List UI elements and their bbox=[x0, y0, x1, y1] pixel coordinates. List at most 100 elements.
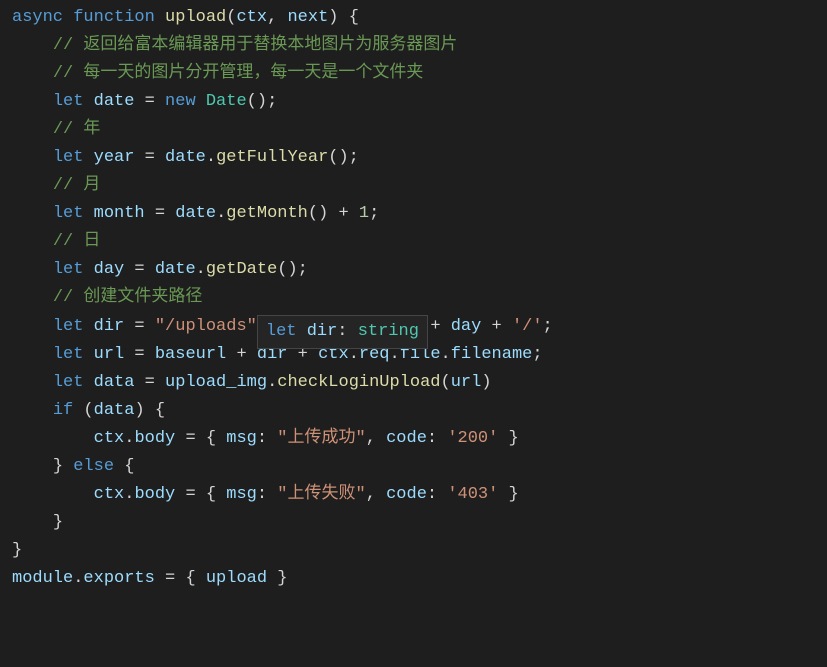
token-pun bbox=[63, 8, 73, 27]
token-pun: . bbox=[196, 260, 206, 279]
token-var: day bbox=[94, 260, 125, 279]
token-pun bbox=[83, 345, 93, 364]
token-str: "上传成功" bbox=[277, 429, 365, 448]
token-pun: } bbox=[12, 541, 22, 560]
token-str: '200' bbox=[447, 429, 498, 448]
token-fn: upload bbox=[165, 8, 226, 27]
token-pun: . bbox=[124, 485, 134, 504]
token-pun: = bbox=[145, 204, 176, 223]
code-line[interactable]: } bbox=[0, 509, 827, 537]
token-pun: ( bbox=[73, 401, 93, 420]
token-pun: (); bbox=[247, 92, 278, 111]
token-kw: function bbox=[73, 8, 155, 27]
token-var: exports bbox=[83, 569, 154, 588]
token-pun: ( bbox=[441, 373, 451, 392]
code-line[interactable]: } else { bbox=[0, 453, 827, 481]
token-kw: async bbox=[12, 8, 63, 27]
token-var: body bbox=[134, 429, 175, 448]
token-pun: ) { bbox=[328, 8, 359, 27]
token-pun: : bbox=[427, 485, 447, 504]
token-var: code bbox=[386, 485, 427, 504]
token-pun bbox=[83, 260, 93, 279]
token-pun: + bbox=[481, 317, 512, 336]
code-line[interactable]: // 返回给富本编辑器用于替换本地图片为服务器图片 bbox=[0, 32, 827, 60]
token-pun: = { bbox=[175, 429, 226, 448]
token-pun bbox=[83, 92, 93, 111]
token-kw: if bbox=[53, 401, 73, 420]
token-pun bbox=[83, 148, 93, 167]
token-var: next bbox=[287, 8, 328, 27]
code-line[interactable]: // 创建文件夹路径 bbox=[0, 284, 827, 312]
token-kw: let bbox=[53, 204, 84, 223]
token-str: "/uploads" bbox=[155, 317, 257, 336]
token-fn: getMonth bbox=[226, 204, 308, 223]
token-var: date bbox=[94, 92, 135, 111]
code-line[interactable]: module.exports = { upload } bbox=[0, 565, 827, 593]
token-pun: (); bbox=[277, 260, 308, 279]
code-line[interactable]: // 每一天的图片分开管理，每一天是一个文件夹 bbox=[0, 60, 827, 88]
token-cmt: // 月 bbox=[53, 176, 101, 195]
token-pun: : bbox=[257, 485, 277, 504]
code-line[interactable]: async function upload(ctx, next) { bbox=[0, 4, 827, 32]
token-pun: . bbox=[124, 429, 134, 448]
token-pun: = { bbox=[175, 485, 226, 504]
token-pun: = bbox=[134, 92, 165, 111]
token-var: data bbox=[94, 373, 135, 392]
token-kw: let bbox=[53, 373, 84, 392]
token-str: '/' bbox=[512, 317, 543, 336]
token-var: baseurl bbox=[155, 345, 226, 364]
token-pun: = { bbox=[155, 569, 206, 588]
token-kw: let bbox=[53, 260, 84, 279]
token-var: month bbox=[94, 204, 145, 223]
token-var: date bbox=[165, 148, 206, 167]
token-cls: Date bbox=[206, 92, 247, 111]
token-pun: . bbox=[73, 569, 83, 588]
token-kw: new bbox=[165, 92, 196, 111]
token-var: msg bbox=[226, 485, 257, 504]
token-var: ctx bbox=[94, 485, 125, 504]
code-line[interactable]: ctx.body = { msg: "上传失败", code: '403' } bbox=[0, 481, 827, 509]
code-line[interactable]: // 年 bbox=[0, 116, 827, 144]
code-line[interactable]: let day = date.getDate(); bbox=[0, 256, 827, 284]
token-var: year bbox=[94, 148, 135, 167]
token-kw: let bbox=[53, 317, 84, 336]
token-var: module bbox=[12, 569, 73, 588]
token-num: 1 bbox=[359, 204, 369, 223]
token-pun: ) { bbox=[134, 401, 165, 420]
code-line[interactable]: let year = date.getFullYear(); bbox=[0, 144, 827, 172]
token-kw: let bbox=[53, 92, 84, 111]
token-pun: , bbox=[267, 8, 287, 27]
code-line[interactable]: let date = new Date(); bbox=[0, 88, 827, 116]
token-pun: } bbox=[53, 513, 63, 532]
token-fn: checkLoginUpload bbox=[277, 373, 440, 392]
code-line[interactable]: ctx.body = { msg: "上传成功", code: '200' } bbox=[0, 425, 827, 453]
token-pun: ( bbox=[226, 8, 236, 27]
token-str: "上传失败" bbox=[277, 485, 365, 504]
code-line[interactable]: let data = upload_img.checkLoginUpload(u… bbox=[0, 369, 827, 397]
code-line[interactable]: // 月 bbox=[0, 172, 827, 200]
token-var: upload_img bbox=[165, 373, 267, 392]
token-pun: } bbox=[498, 429, 518, 448]
token-fn: getFullYear bbox=[216, 148, 328, 167]
token-pun: + bbox=[430, 317, 450, 336]
code-editor[interactable]: async function upload(ctx, next) { // 返回… bbox=[0, 0, 827, 597]
token-pun: = bbox=[134, 373, 165, 392]
code-line[interactable]: let dir = "/uploads"let dir: string + da… bbox=[0, 313, 827, 341]
token-pun: } bbox=[498, 485, 518, 504]
code-line[interactable]: let month = date.getMonth() + 1; bbox=[0, 200, 827, 228]
token-pun: = bbox=[124, 345, 155, 364]
token-pun: : bbox=[257, 429, 277, 448]
token-var: ctx bbox=[94, 429, 125, 448]
token-fn: getDate bbox=[206, 260, 277, 279]
token-pun: + bbox=[226, 345, 257, 364]
token-kw: let bbox=[53, 148, 84, 167]
token-pun bbox=[155, 8, 165, 27]
token-var: msg bbox=[226, 429, 257, 448]
code-line[interactable]: if (data) { bbox=[0, 397, 827, 425]
token-cmt: // 每一天的图片分开管理，每一天是一个文件夹 bbox=[53, 64, 424, 83]
token-var: date bbox=[155, 260, 196, 279]
code-line[interactable]: } bbox=[0, 537, 827, 565]
token-pun bbox=[83, 373, 93, 392]
token-pun: , bbox=[366, 485, 386, 504]
code-line[interactable]: // 日 bbox=[0, 228, 827, 256]
